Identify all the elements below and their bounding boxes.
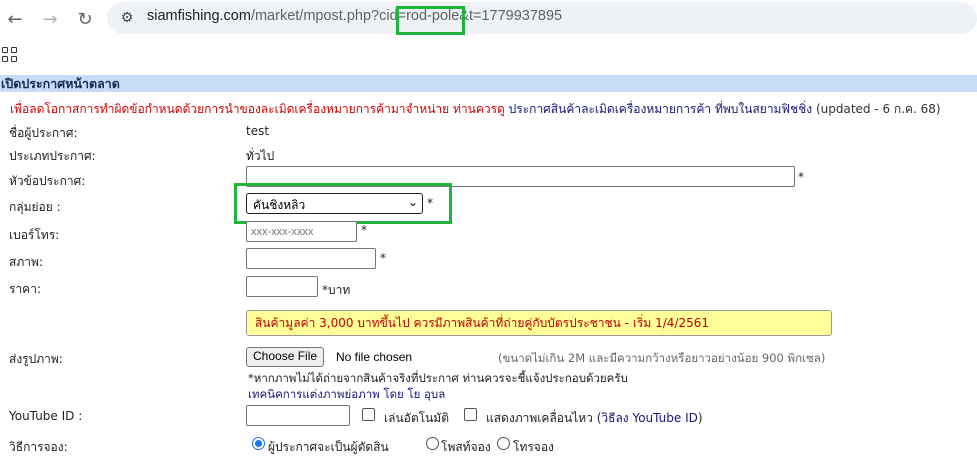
autoplay-checkbox[interactable] (362, 408, 375, 421)
youtube-options-text: แสดงภาพเคลื่อนไหว (วิธีลง YouTube ID) (486, 409, 703, 428)
youtube-help-close: ) (697, 411, 703, 425)
youtube-label: YouTube ID : (9, 409, 83, 423)
condition-required-mark: * (380, 251, 386, 265)
phone-input[interactable] (246, 221, 357, 242)
forward-icon[interactable]: → (37, 6, 63, 32)
notice-warning: เพื่อลดโอกาสการทำผิดข้อกำหนดด้วยการนำของ… (10, 102, 505, 116)
image-tip-link[interactable]: เทคนิคการแต่งภาพย่อภาพ โดย โย อุบล (248, 386, 445, 404)
section-header: เปิดประกาศหน้าตลาด (0, 75, 977, 92)
notice-updated: (updated - 6 ก.ค. 68) (815, 102, 941, 116)
address-bar[interactable]: ⚙ siamfishing.com/market/mpost.php?cid=r… (107, 2, 977, 34)
phone-label: เบอร์โทร: (9, 228, 60, 242)
show-motion-checkbox[interactable] (464, 408, 477, 421)
youtube-input[interactable] (246, 405, 350, 426)
type-label: ประเภทประกาศ: (9, 149, 96, 163)
autoplay-label: เล่นอัตโนมัติ (384, 411, 450, 425)
booking-radio-post[interactable] (426, 437, 439, 450)
booking-radio-phone[interactable] (497, 437, 510, 450)
browser-toolbar: ← → ↻ ⚙ siamfishing.com/market/mpost.php… (0, 0, 977, 38)
title-required-mark: * (798, 170, 804, 184)
booking-option-phone: โทรจอง (513, 440, 554, 454)
reload-icon[interactable]: ↻ (72, 6, 98, 32)
booking-label: วิธีการจอง: (9, 440, 68, 454)
trademark-notice: เพื่อลดโอกาสการทำผิดข้อกำหนดด้วยการนำของ… (10, 100, 941, 119)
condition-input[interactable] (246, 248, 376, 269)
subgroup-label: กลุ่มย่อย : (9, 200, 61, 214)
phone-required-mark: * (361, 223, 367, 237)
no-file-text: No file chosen (336, 350, 413, 364)
id-card-warning: สินค้ามูลค่า 3,000 บาทขึ้นไป ควรมีภาพสิน… (246, 310, 832, 336)
booking-option-post: โพสท์จอง (441, 440, 491, 454)
show-motion-label: แสดงภาพเคลื่อนไหว (486, 411, 593, 425)
back-icon[interactable]: ← (2, 6, 28, 32)
poster-value: test (246, 124, 270, 138)
price-label: ราคา: (9, 282, 41, 296)
price-input[interactable] (246, 276, 318, 297)
title-label: หัวข้อประกาศ: (9, 174, 86, 188)
booking-radio-owner[interactable] (252, 437, 265, 450)
notice-link[interactable]: ประกาศสินค้าละเมิดเครื่องหมายการค้า ที่พ… (509, 102, 812, 116)
price-unit: *บาท (322, 283, 351, 297)
site-info-icon[interactable]: ⚙ (117, 8, 137, 28)
url-text[interactable]: siamfishing.com/market/mpost.php?cid=rod… (147, 8, 562, 24)
booking-option-owner: ผู้ประกาศจะเป็นผู้ตัดสิน (268, 440, 389, 454)
condition-label: สภาพ: (9, 255, 43, 269)
poster-label: ชื่อผู้ประกาศ: (9, 126, 78, 140)
highlight-box-subgroup (234, 183, 452, 224)
url-host: siamfishing.com (147, 8, 251, 24)
type-value: ทั่วไป (246, 149, 275, 163)
youtube-help-link[interactable]: วิธีลง YouTube ID (601, 411, 697, 425)
apps-grid-icon[interactable] (2, 47, 18, 63)
highlight-box-url (396, 6, 465, 35)
image-label: ส่งรูปภาพ: (9, 352, 63, 366)
image-size-hint: (ขนาดไม่เกิน 2M และมีความกว้างหรือยาวอย่… (498, 351, 826, 365)
choose-file-button[interactable]: Choose File (246, 347, 325, 367)
